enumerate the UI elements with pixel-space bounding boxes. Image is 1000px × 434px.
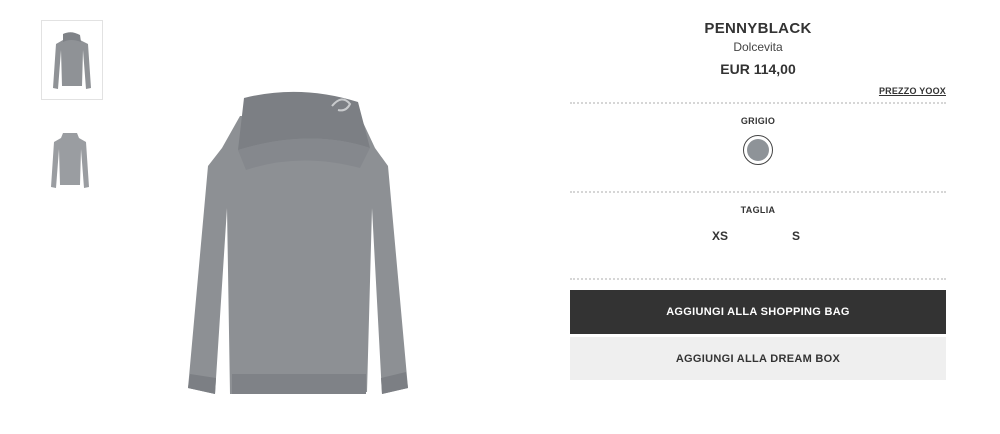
size-option-xs[interactable]: XS [682, 229, 758, 243]
thumbnail-list [41, 20, 103, 218]
product-brand: PENNYBLACK [704, 20, 812, 37]
divider [570, 191, 946, 193]
thumbnail-back[interactable] [41, 120, 99, 198]
sweater-image [188, 91, 408, 394]
divider [570, 278, 946, 280]
thumbnail-front[interactable] [41, 20, 103, 100]
add-to-dreambox-button[interactable]: AGGIUNGI ALLA DREAM BOX [570, 337, 946, 380]
size-options: XS S [570, 229, 946, 243]
color-selector: GRIGIO [570, 116, 946, 191]
size-label: TAGLIA [740, 205, 776, 215]
sweater-thumbnail-image [53, 32, 91, 89]
color-label: GRIGIO [740, 116, 776, 126]
product-price: EUR 114,00 [720, 61, 796, 77]
color-swatch-grey [747, 139, 769, 161]
product-info-panel: PENNYBLACK Dolcevita EUR 114,00 PREZZO Y… [570, 18, 946, 380]
sweater-back-thumbnail-image [51, 133, 89, 188]
divider [570, 102, 946, 104]
product-main-image [160, 88, 440, 408]
size-selector: TAGLIA XS S [570, 205, 946, 278]
size-option-s[interactable]: S [758, 229, 834, 243]
price-info-link[interactable]: PREZZO YOOX [570, 86, 946, 96]
product-category: Dolcevita [733, 40, 783, 54]
color-swatch-selected[interactable] [743, 135, 773, 165]
add-to-bag-button[interactable]: AGGIUNGI ALLA SHOPPING BAG [570, 290, 946, 334]
